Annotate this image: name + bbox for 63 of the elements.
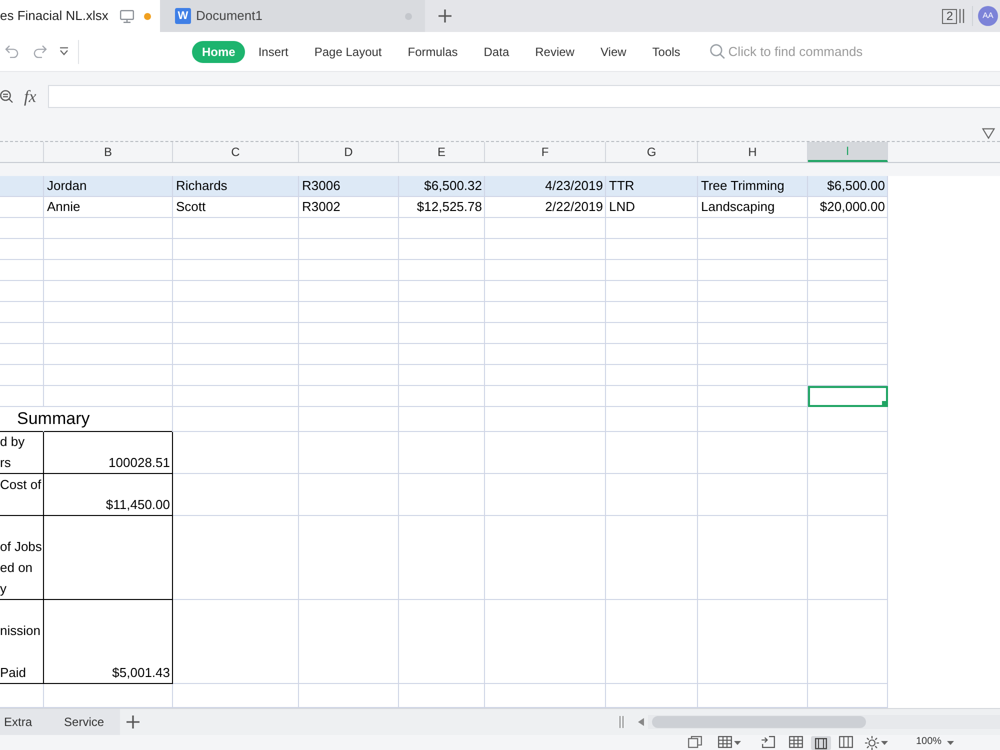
formula-input[interactable] xyxy=(48,85,1000,108)
sheet-tab[interactable]: Service xyxy=(48,709,120,735)
table-cell-text: TTR xyxy=(608,177,636,196)
zoom-level[interactable]: 100% xyxy=(916,736,942,748)
selected-cell[interactable] xyxy=(808,386,888,407)
ribbon-tab[interactable]: Review xyxy=(522,40,588,62)
sun-icon[interactable] xyxy=(865,736,879,750)
summary-label: Cost of xyxy=(0,474,44,516)
table-cell-text: Richards xyxy=(175,177,228,196)
sheet-tab[interactable]: Extra xyxy=(0,709,48,735)
caret-icon[interactable] xyxy=(881,741,888,745)
app-logo: W xyxy=(175,8,191,24)
summary-value: $11,450.00 xyxy=(44,474,173,516)
ribbon-tab[interactable]: Insert xyxy=(245,40,302,62)
summary-value: $5,001.43 xyxy=(44,600,173,684)
table-cell-text: 2/22/2019 xyxy=(544,198,604,216)
scrollbar-thumb[interactable] xyxy=(652,716,866,728)
bars-icon xyxy=(959,9,965,23)
table-cell-text: R3002 xyxy=(301,198,342,216)
add-sheet-icon[interactable] xyxy=(126,715,140,729)
table-cell-text: $12,525.78 xyxy=(416,198,483,216)
summary-label: of Jobs ed on y xyxy=(0,516,44,600)
table-cell-text: $20,000.00 xyxy=(818,198,886,216)
document-tab[interactable]: es Finacial NL.xlsx xyxy=(0,0,160,32)
grid-icon[interactable] xyxy=(789,736,803,748)
function-label[interactable]: fx xyxy=(24,88,44,105)
ribbon-tab[interactable]: Data xyxy=(470,40,522,62)
monitor-icon[interactable] xyxy=(120,10,134,22)
table-cell-text: $6,500.32 xyxy=(423,177,483,196)
columns-icon[interactable] xyxy=(839,736,853,748)
layers-icon[interactable] xyxy=(688,736,702,748)
table-cell-text: Jordan xyxy=(46,177,88,196)
page-view-icon[interactable] xyxy=(811,736,831,750)
table-cell-text: LND xyxy=(608,198,636,216)
grid-icon[interactable] xyxy=(718,736,732,748)
caret-icon[interactable] xyxy=(59,47,69,56)
summary-value: 100028.51 xyxy=(44,432,173,474)
search-field[interactable]: Click to find commands xyxy=(728,42,878,62)
scroll-left-icon[interactable] xyxy=(638,718,644,726)
magnifier-icon[interactable] xyxy=(0,90,13,103)
table-cell-text: 4/23/2019 xyxy=(544,177,604,196)
table-cell-text: Scott xyxy=(175,198,207,216)
summary-label: nission Paid xyxy=(0,600,44,684)
table-cell-text: $6,500.00 xyxy=(826,177,886,196)
table-cell-text: Annie xyxy=(46,198,82,216)
triangle-icon[interactable] xyxy=(982,128,995,139)
table-cell-text: Tree Trimming xyxy=(700,177,786,196)
new-tab-icon[interactable] xyxy=(438,9,452,23)
table-cell-text: Landscaping xyxy=(700,198,776,216)
ribbon-tab[interactable]: Tools xyxy=(639,40,694,62)
ribbon-tab[interactable]: View xyxy=(587,40,640,62)
ribbon-tab[interactable]: Formulas xyxy=(394,40,471,62)
search-icon[interactable] xyxy=(710,44,726,59)
ribbon-tab[interactable]: Page Layout xyxy=(301,40,395,62)
arrow-into-box-icon[interactable] xyxy=(761,736,775,748)
document-tab[interactable]: W Document1 xyxy=(160,0,425,32)
table-cell-text: R3006 xyxy=(301,177,342,196)
window-count-button[interactable]: 2 xyxy=(942,8,957,24)
caret-icon[interactable] xyxy=(734,741,741,745)
grip-icon[interactable] xyxy=(619,716,624,728)
summary-label: d by rs xyxy=(0,432,44,474)
scrollbar-track[interactable] xyxy=(648,715,1000,729)
caret-icon[interactable] xyxy=(946,741,954,745)
